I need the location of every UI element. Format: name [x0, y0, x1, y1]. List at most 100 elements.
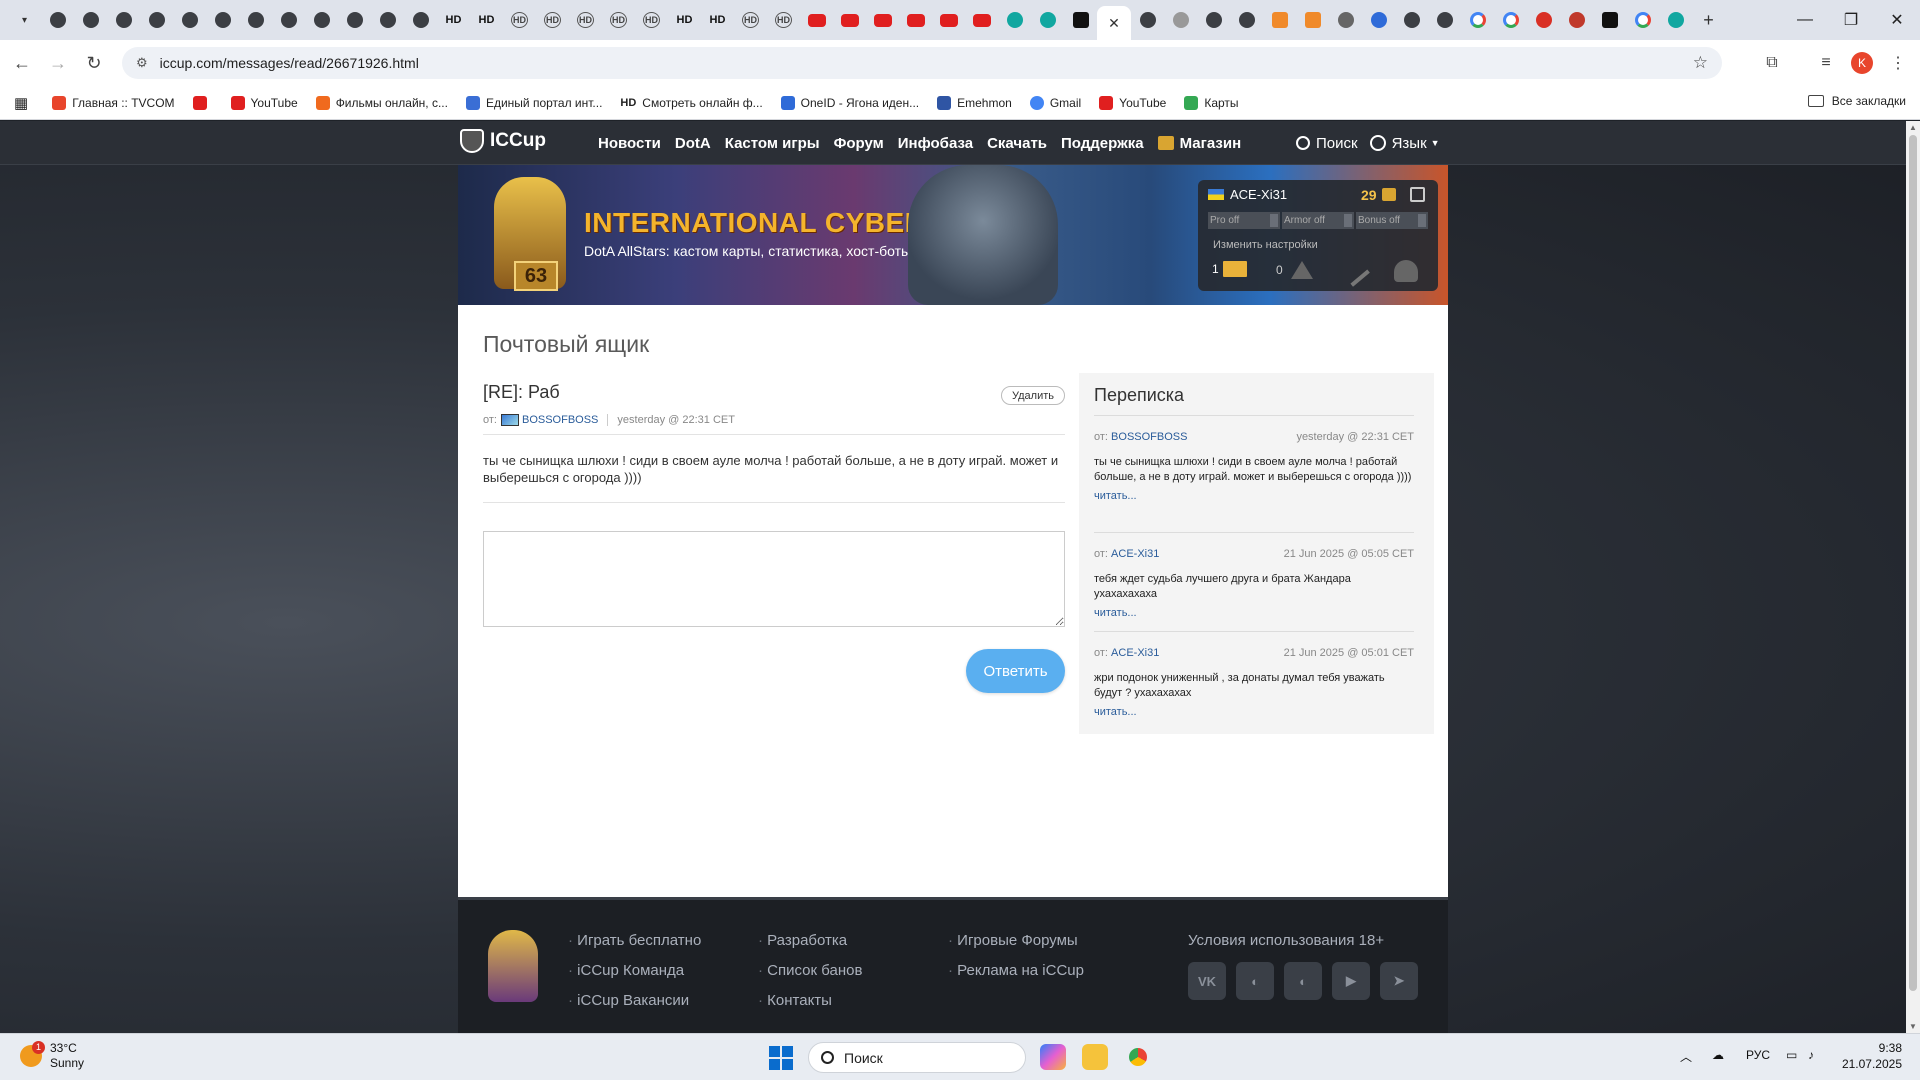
nav-dota[interactable]: DotA [675, 135, 711, 152]
bookmark-item[interactable] [192, 95, 213, 110]
tab-search-dropdown[interactable]: ▾ [8, 5, 41, 35]
footer-link[interactable]: Разработка [758, 932, 862, 949]
address-bar[interactable]: ⚙ iccup.com/messages/read/26671926.html … [122, 47, 1722, 79]
scroll-thumb[interactable] [1909, 135, 1917, 991]
tab[interactable] [998, 5, 1031, 35]
bookmark-item[interactable]: OneID - Ягона иден... [780, 95, 919, 110]
tab[interactable] [1395, 5, 1428, 35]
footer-link[interactable]: Список банов [758, 962, 862, 979]
tab[interactable]: HD [668, 5, 701, 35]
close-window-button[interactable]: ✕ [1874, 0, 1920, 40]
armor-toggle[interactable]: Armor off [1282, 212, 1354, 229]
file-explorer-icon[interactable] [1082, 1044, 1108, 1070]
tab[interactable]: HD [635, 5, 668, 35]
weather-widget[interactable]: 1 33°C Sunny [20, 1041, 84, 1071]
copilot-icon[interactable] [1040, 1044, 1066, 1070]
discord-icon[interactable]: ◐ [1236, 962, 1274, 1000]
change-settings-link[interactable]: Изменить настройки [1213, 239, 1318, 251]
sender-link[interactable]: BOSSOFBOSS [522, 414, 598, 426]
tab[interactable] [899, 5, 932, 35]
start-button[interactable] [769, 1046, 793, 1070]
bookmark-star-icon[interactable]: ☆ [1693, 53, 1708, 73]
nav-download[interactable]: Скачать [987, 135, 1047, 152]
volume-icon[interactable]: ♪ [1808, 1048, 1814, 1062]
menu-icon[interactable]: ⋮ [1880, 40, 1916, 86]
vk-icon[interactable]: VK [1188, 962, 1226, 1000]
tab[interactable] [239, 5, 272, 35]
profile-icon[interactable] [1394, 260, 1418, 282]
chrome-icon[interactable] [1125, 1044, 1151, 1070]
discord-icon[interactable]: ◐ [1284, 962, 1322, 1000]
username[interactable]: ACE-Xi31 [1230, 187, 1287, 202]
bookmark-item[interactable]: Главная :: TVCOM [52, 95, 175, 110]
tab[interactable] [173, 5, 206, 35]
wrench-icon[interactable] [1340, 257, 1370, 287]
url-text[interactable]: iccup.com/messages/read/26671926.html [160, 55, 419, 71]
tab[interactable] [1131, 5, 1164, 35]
tab[interactable] [206, 5, 239, 35]
minimize-button[interactable]: — [1782, 0, 1828, 40]
bookmark-item[interactable]: Emehmon [937, 95, 1012, 110]
nav-shop[interactable]: Магазин [1157, 135, 1241, 152]
network-icon[interactable]: ☁ [1712, 1048, 1724, 1062]
tab[interactable] [371, 5, 404, 35]
tab[interactable]: HD [536, 5, 569, 35]
bookmark-item[interactable]: Фильмы онлайн, с... [315, 95, 448, 110]
tab[interactable]: HD [767, 5, 800, 35]
read-link[interactable]: читать... [1094, 607, 1414, 619]
site-info-icon[interactable]: ⚙ [136, 55, 148, 71]
tab[interactable] [1362, 5, 1395, 35]
tab[interactable] [338, 5, 371, 35]
tab[interactable]: HD [701, 5, 734, 35]
read-link[interactable]: читать... [1094, 706, 1414, 718]
tab[interactable] [965, 5, 998, 35]
bookmark-item[interactable]: HD Смотреть онлайн ф... [620, 96, 762, 110]
reply-textarea[interactable] [483, 531, 1065, 627]
media-controls-icon[interactable]: ≡ [1808, 40, 1844, 86]
display-icon[interactable]: ▭ [1786, 1048, 1797, 1062]
tab[interactable]: HD [470, 5, 503, 35]
tab[interactable] [272, 5, 305, 35]
footer-link[interactable]: Контакты [758, 992, 862, 1009]
tab[interactable] [1329, 5, 1362, 35]
maximize-button[interactable]: ❐ [1828, 0, 1874, 40]
nav-news[interactable]: Новости [598, 135, 661, 152]
search-link[interactable]: Поиск [1296, 135, 1358, 152]
tray-overflow-icon[interactable]: ︿ [1680, 1048, 1692, 1065]
new-tab-button[interactable]: + [1692, 5, 1725, 35]
tab[interactable] [1494, 5, 1527, 35]
language-indicator[interactable]: РУС [1746, 1048, 1770, 1062]
nav-support[interactable]: Поддержка [1061, 135, 1144, 152]
bonus-toggle[interactable]: Bonus off [1356, 212, 1428, 229]
read-link[interactable]: читать... [1094, 490, 1414, 502]
tab[interactable] [107, 5, 140, 35]
taskbar-search[interactable]: Поиск [808, 1042, 1026, 1073]
footer-link[interactable]: Игровые Форумы [948, 932, 1084, 949]
tab[interactable] [1296, 5, 1329, 35]
nav-infobase[interactable]: Инфобаза [898, 135, 973, 152]
footer-link[interactable]: iCCup Вакансии [568, 992, 701, 1009]
bookmark-item[interactable]: Gmail [1029, 95, 1081, 110]
apps-icon[interactable]: ▦ [14, 94, 28, 112]
sender-link[interactable]: BOSSOFBOSS [1111, 431, 1187, 443]
tab[interactable] [833, 5, 866, 35]
scroll-down-icon[interactable]: ▼ [1909, 1022, 1917, 1031]
scroll-up-icon[interactable]: ▲ [1909, 123, 1917, 132]
tab[interactable] [41, 5, 74, 35]
footer-link[interactable]: iCCup Команда [568, 962, 701, 979]
tab[interactable] [1428, 5, 1461, 35]
reply-button[interactable]: Ответить [966, 649, 1065, 693]
tab-active[interactable]: ✕ [1097, 6, 1131, 40]
logout-icon[interactable] [1410, 187, 1425, 202]
tab[interactable] [1164, 5, 1197, 35]
tab[interactable] [1197, 5, 1230, 35]
tab[interactable]: HD [734, 5, 767, 35]
tab[interactable] [800, 5, 833, 35]
messages-link[interactable]: 1 [1212, 261, 1247, 277]
bookmark-item[interactable]: YouTube [1099, 95, 1166, 110]
tab[interactable] [932, 5, 965, 35]
back-button[interactable]: ← [4, 45, 40, 81]
clock[interactable]: 9:38 21.07.2025 [1836, 1040, 1902, 1072]
tab[interactable] [1230, 5, 1263, 35]
youtube-icon[interactable]: ▶ [1332, 962, 1370, 1000]
